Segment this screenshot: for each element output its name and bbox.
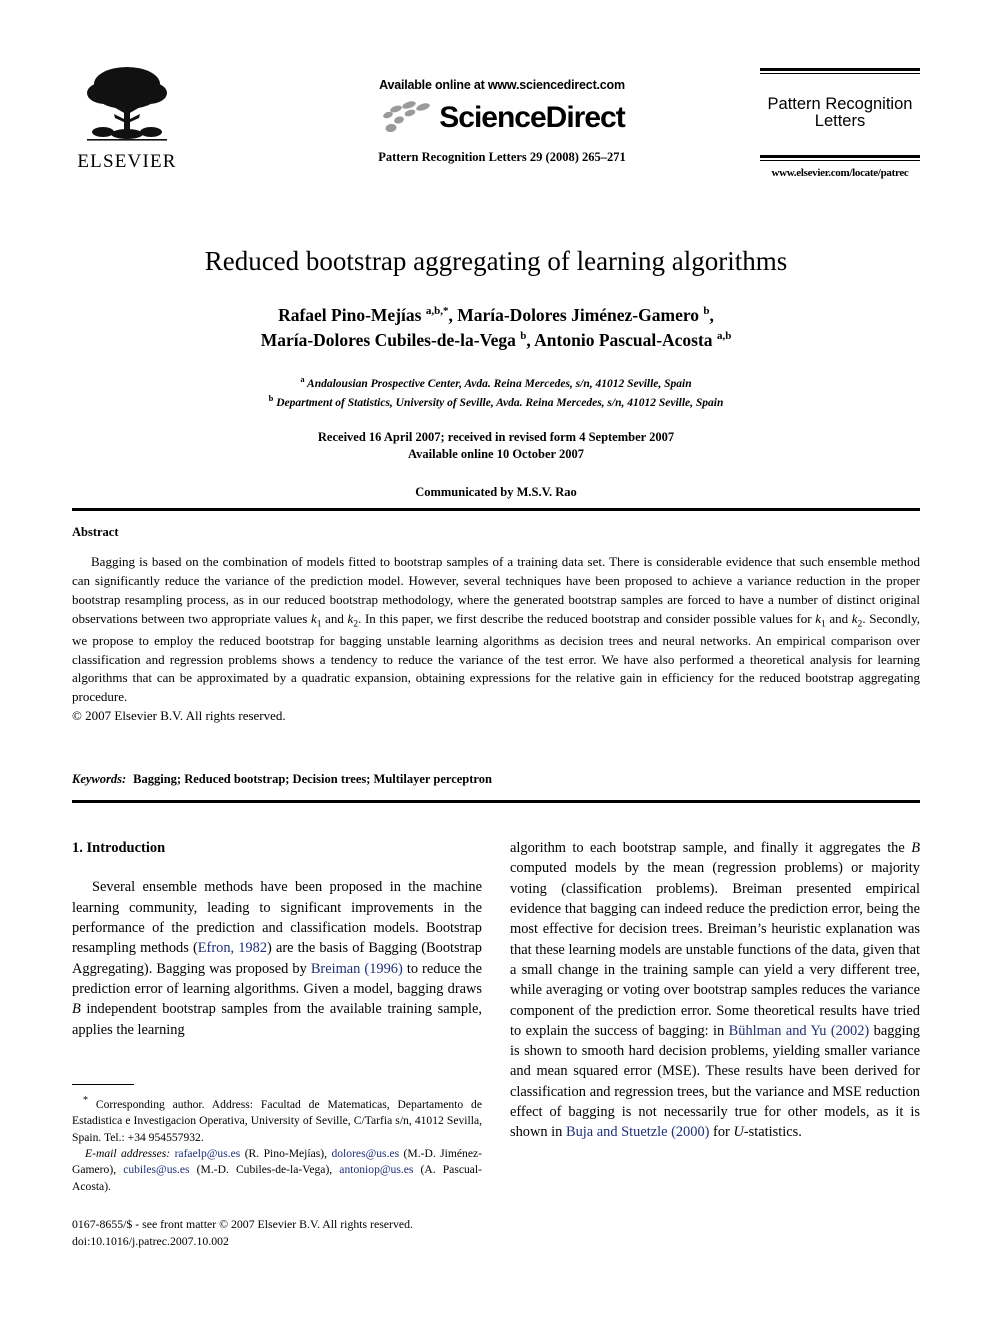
author-affil-marker: a,b: [716, 330, 732, 343]
symbol-U: U: [733, 1124, 744, 1141]
affiliation-a: a Andalousian Prospective Center, Avda. …: [72, 373, 920, 392]
footnotes: * Corresponding author. Address: Faculta…: [72, 1094, 482, 1195]
front-matter-line: 0167-8655/$ - see front matter © 2007 El…: [72, 1217, 413, 1231]
email-link-rafaelp[interactable]: rafaelp@us.es: [175, 1147, 241, 1160]
citation-buhlman-yu-2002[interactable]: Bühlman and Yu (2002): [729, 1023, 870, 1039]
abstract-section: Abstract Bagging is based on the combina…: [72, 525, 920, 726]
affiliation-b: b Department of Statistics, University o…: [72, 392, 920, 411]
abstract-text-part3: . In this paper, we first describe the r…: [358, 610, 816, 626]
author-rafael-pino-mejias: Rafael Pino-Mejías: [278, 305, 426, 326]
symbol-B: B: [911, 840, 920, 856]
footnote-email-addresses: E-mail addresses: rafaelp@us.es (R. Pino…: [72, 1146, 482, 1195]
citation-breiman-1996[interactable]: Breiman (1996): [311, 961, 403, 977]
author-line-sep: ,: [709, 305, 714, 326]
email-link-cubiles[interactable]: cubiles@us.es: [123, 1163, 189, 1176]
page-title: Reduced bootstrap aggregating of learnin…: [204, 246, 788, 276]
email-addresses-label: E-mail addresses:: [85, 1146, 171, 1160]
author-maria-dolores-cubiles-de-la-vega: María-Dolores Cubiles-de-la-Vega: [260, 330, 521, 351]
email-owner: (R. Pino-Mejías),: [240, 1146, 332, 1160]
abstract-copyright: © 2007 Elsevier B.V. All rights reserved…: [72, 708, 286, 724]
sciencedirect-wordmark: ScienceDirect: [439, 101, 625, 134]
author-line-1: Rafael Pino-Mejías a,b,*, María-Dolores …: [72, 303, 920, 328]
journal-name-line2: Letters: [814, 112, 866, 131]
received-date: Received 16 April 2007; received in revi…: [317, 430, 675, 445]
title-block: Reduced bootstrap aggregating of learnin…: [72, 246, 920, 500]
abstract-rule-top: [72, 508, 920, 511]
colophon: 0167-8655/$ - see front matter © 2007 El…: [72, 1216, 502, 1250]
abstract-heading: Abstract: [72, 525, 119, 539]
journal-url[interactable]: www.elsevier.com/locate/patrec: [760, 167, 920, 179]
publication-dates: Received 16 April 2007; received in revi…: [72, 429, 920, 463]
sciencedirect-block: Available online at www.sciencedirect.co…: [322, 78, 682, 165]
abstract-rule-bottom: [72, 800, 920, 803]
author-maria-dolores-jimenez-gamero: , María-Dolores Jiménez-Gamero: [448, 305, 704, 326]
journal-title-block: Pattern Recognition Letters www.elsevier…: [760, 68, 920, 179]
paragraph-text: for: [709, 1124, 734, 1141]
email-link-antoniop[interactable]: antoniop@us.es: [339, 1163, 413, 1176]
email-owner: (M.-D. Cubiles-de-la-Vega),: [189, 1163, 340, 1177]
email-link-dolores[interactable]: dolores@us.es: [331, 1147, 399, 1160]
author-affil-marker: a,b,*: [425, 305, 449, 318]
citation-buja-stuetzle-2000[interactable]: Buja and Stuetzle (2000): [566, 1124, 709, 1140]
elsevier-tree-icon: [87, 67, 167, 141]
journal-name-line1: Pattern Recognition: [767, 95, 913, 113]
author-list: Rafael Pino-Mejías a,b,*, María-Dolores …: [72, 303, 920, 354]
abstract-text-part2: and: [321, 610, 348, 626]
abstract-text-part4: and: [825, 610, 852, 626]
available-online-text: Available online at www.sciencedirect.co…: [379, 78, 625, 92]
elsevier-wordmark: ELSEVIER: [77, 151, 177, 172]
paragraph-text: independent bootstrap samples from the a…: [72, 1001, 482, 1038]
author-antonio-pascual-acosta: , Antonio Pascual-Acosta: [526, 330, 717, 351]
abstract-text: Bagging is based on the combination of m…: [72, 553, 920, 707]
journal-name: Pattern Recognition Letters: [760, 74, 920, 151]
paragraph-text: algorithm to each bootstrap sample, and …: [510, 840, 912, 856]
keywords-label: Keywords:: [72, 772, 127, 786]
journal-rule-bottom: [760, 154, 920, 161]
sciencedirect-dots-icon: [383, 101, 430, 133]
paragraph-text: computed models by the mean (regression …: [510, 860, 920, 1039]
affiliation-marker: a: [300, 373, 305, 384]
body-column-left: 1. Introduction Several ensemble methods…: [72, 838, 482, 1040]
doi-line[interactable]: doi:10.1016/j.patrec.2007.10.002: [72, 1233, 502, 1250]
affiliation-marker: b: [268, 392, 274, 403]
affiliations: a Andalousian Prospective Center, Avda. …: [72, 373, 920, 411]
paragraph-text: -statistics.: [743, 1124, 802, 1141]
body-column-right: algorithm to each bootstrap sample, and …: [510, 838, 920, 1143]
author-line-2: María-Dolores Cubiles-de-la-Vega b, Anto…: [72, 328, 920, 353]
elsevier-logo: ELSEVIER: [72, 62, 182, 171]
paragraph-intro-right: algorithm to each bootstrap sample, and …: [510, 838, 920, 1143]
journal-citation: Pattern Recognition Letters 29 (2008) 26…: [378, 150, 626, 164]
keywords: Keywords: Bagging; Reduced bootstrap; Dec…: [72, 772, 920, 787]
footnote-corresponding-text: Corresponding author. Address: Facultad …: [72, 1097, 482, 1144]
symbol-B: B: [72, 1001, 81, 1018]
paragraph-intro-left: Several ensemble methods have been propo…: [72, 877, 482, 1040]
keywords-list: Bagging; Reduced bootstrap; Decision tre…: [133, 772, 492, 786]
affiliation-text: Andalousian Prospective Center, Avda. Re…: [307, 377, 692, 390]
masthead: ELSEVIER Available online at www.science…: [72, 62, 920, 202]
affiliation-text: Department of Statistics, University of …: [276, 396, 724, 409]
footnote-rule: [72, 1084, 134, 1085]
available-online-date: Available online 10 October 2007: [408, 446, 584, 461]
footnote-corresponding-author: * Corresponding author. Address: Faculta…: [72, 1094, 482, 1146]
journal-article-page: ELSEVIER Available online at www.science…: [0, 0, 992, 1323]
citation-efron-1982[interactable]: Efron, 1982: [198, 940, 267, 956]
section-heading-introduction: 1. Introduction: [72, 840, 166, 856]
paragraph-text: bagging is shown to smooth hard decision…: [510, 1022, 920, 1141]
communicated-by: Communicated by M.S.V. Rao: [415, 484, 577, 499]
